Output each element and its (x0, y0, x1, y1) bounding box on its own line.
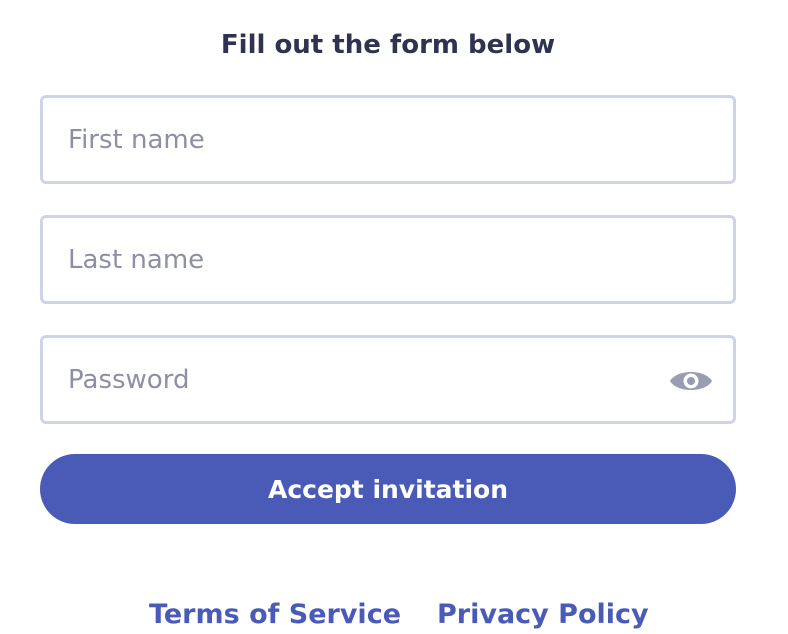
last-name-field[interactable] (40, 215, 736, 304)
password-input[interactable] (68, 338, 628, 421)
form-title: Fill out the form below (220, 30, 556, 60)
show-password-toggle[interactable] (667, 362, 715, 400)
first-name-input[interactable] (68, 98, 628, 181)
eye-icon (670, 372, 712, 390)
password-field[interactable] (40, 335, 736, 424)
accept-invitation-button[interactable]: Accept invitation (40, 454, 736, 524)
privacy-policy-link[interactable]: Privacy Policy (437, 598, 649, 632)
first-name-field[interactable] (40, 95, 736, 184)
terms-of-service-link[interactable]: Terms of Service (149, 598, 401, 632)
last-name-input[interactable] (68, 218, 628, 301)
